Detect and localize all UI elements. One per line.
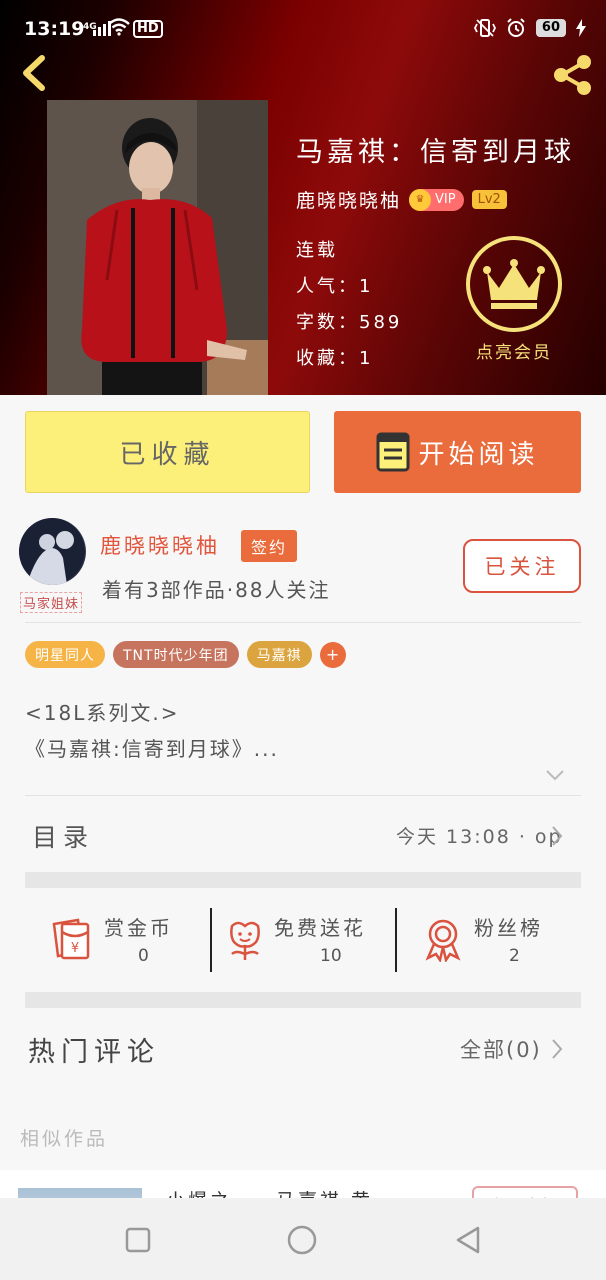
add-tag-button[interactable]: + (319, 641, 346, 668)
svg-text:¥: ¥ (71, 941, 79, 956)
send-flower-item[interactable]: 免费送花 10 (222, 908, 392, 972)
similar-works-label: 相似作品 (20, 1128, 109, 1150)
red-envelope-icon: ¥ (52, 918, 90, 960)
book-word-count: 字数：589 (296, 312, 403, 333)
chevron-right-icon[interactable] (550, 825, 564, 847)
book-popularity: 人气：1 (296, 276, 374, 297)
book-favorites: 收藏：1 (296, 348, 374, 369)
section-band (25, 992, 581, 1008)
member-label: 点亮会员 (476, 343, 552, 363)
fan-ranking-label: 粉丝榜 (474, 916, 543, 940)
share-icon[interactable] (550, 52, 596, 98)
system-nav-bar (0, 1198, 606, 1280)
status-bar: 13:19 4G HD 60 (0, 0, 606, 44)
flower-icon (230, 921, 260, 960)
send-flower-label: 免费送花 (274, 916, 366, 940)
member-button[interactable]: 点亮会员 (462, 236, 566, 363)
vip-crown-icon: ♛ (409, 188, 432, 211)
book-cover[interactable] (47, 100, 268, 395)
author-avatar[interactable] (19, 518, 86, 585)
back-icon[interactable] (14, 52, 54, 94)
battery-indicator: 60 (535, 19, 566, 37)
catalog-label[interactable]: 目录 (32, 818, 94, 854)
chevron-down-icon[interactable] (545, 768, 565, 782)
start-reading-button[interactable]: 开始阅读 (334, 411, 581, 493)
chevron-right-icon[interactable] (550, 1038, 564, 1060)
medal-icon (425, 919, 461, 962)
favorite-button[interactable]: 已收藏 (25, 411, 310, 493)
send-flower-value: 10 (320, 946, 342, 966)
intro-line-2: 《马嘉祺:信寄到月球》... (25, 737, 279, 761)
avatar-caption: 马家姐妹 (20, 592, 83, 613)
avatar-illustration (19, 518, 85, 585)
hot-comments-label: 热门评论 (28, 1037, 160, 1068)
fan-ranking-item[interactable]: 粉丝榜 2 (420, 908, 570, 972)
follow-button[interactable]: 已关注 (463, 539, 581, 593)
book-header: 13:19 4G HD 60 马嘉祺：信寄到月球 鹿晓晓晓柚 ♛ VIP Lv2… (0, 0, 606, 395)
header-author-name[interactable]: 鹿晓晓晓柚 (296, 186, 401, 213)
reward-coins-value: 0 (138, 946, 149, 966)
vip-badge: ♛ VIP (409, 188, 464, 211)
back-nav-icon[interactable] (452, 1224, 484, 1256)
author-stats: 着有3部作品·88人关注 (102, 578, 331, 602)
alarm-icon (507, 18, 525, 37)
reward-coins-label: 赏金币 (104, 916, 173, 940)
author-row: 鹿晓晓晓柚 ♛ VIP Lv2 (296, 186, 507, 213)
recent-apps-icon[interactable] (122, 1224, 154, 1256)
divider (25, 622, 581, 623)
book-title: 马嘉祺：信寄到月球 (296, 137, 575, 168)
vip-label: VIP (435, 192, 456, 207)
reward-coins-item[interactable]: ¥ 赏金币 0 (48, 908, 198, 972)
separator (395, 908, 397, 972)
book-status: 连载 (296, 240, 338, 261)
tag-list: 明星同人 TNT时代少年团 马嘉祺 + (25, 641, 346, 668)
wifi-icon (108, 18, 130, 36)
book-icon (376, 432, 410, 472)
start-reading-label: 开始阅读 (418, 439, 539, 470)
all-comments-link[interactable]: 全部(0) (460, 1034, 542, 1064)
section-band (25, 872, 581, 888)
status-right: 60 (473, 18, 586, 38)
status-time: 13:19 (24, 18, 85, 40)
divider (25, 795, 581, 796)
level-badge: Lv2 (471, 190, 507, 209)
hd-indicator: HD (133, 20, 163, 38)
catalog-update[interactable]: 今天 13:08 · op (396, 822, 563, 849)
signed-badge: 签约 (241, 530, 297, 562)
vibrate-icon (473, 19, 496, 37)
intro-line-1: <18L系列文.> (25, 701, 180, 725)
crown-icon (483, 259, 545, 309)
tag-item[interactable]: 马嘉祺 (246, 641, 312, 668)
fan-ranking-value: 2 (509, 946, 520, 966)
cover-illustration (47, 100, 268, 395)
home-icon[interactable] (286, 1224, 318, 1256)
author-name[interactable]: 鹿晓晓晓柚 (100, 530, 220, 560)
member-ring (466, 236, 562, 332)
tag-item[interactable]: TNT时代少年团 (113, 641, 239, 668)
tag-item[interactable]: 明星同人 (25, 641, 105, 668)
charging-icon (576, 19, 586, 37)
separator (210, 908, 212, 972)
